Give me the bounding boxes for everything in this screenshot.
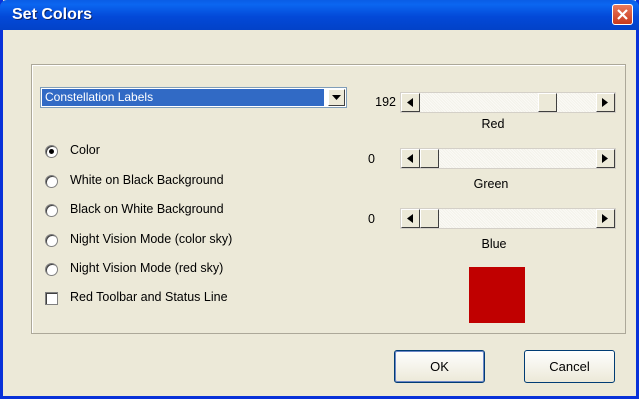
- green-slider-thumb[interactable]: [420, 149, 439, 168]
- arrow-right-icon: [602, 214, 608, 223]
- red-label: Red: [481, 117, 505, 131]
- close-icon: [617, 9, 628, 20]
- green-scroll-right-button[interactable]: [596, 149, 615, 168]
- radio-label: Night Vision Mode (red sky): [70, 261, 224, 275]
- radio-button[interactable]: [45, 234, 58, 247]
- cancel-button[interactable]: Cancel: [524, 350, 615, 383]
- arrow-left-icon: [407, 154, 413, 163]
- object-dropdown-value: Constellation Labels: [42, 89, 324, 106]
- title-bar[interactable]: Set Colors: [0, 0, 639, 30]
- red-value: 192: [375, 95, 396, 109]
- radio-button[interactable]: [45, 204, 58, 217]
- window-title: Set Colors: [12, 6, 93, 23]
- checkbox-label: Red Toolbar and Status Line: [70, 290, 228, 304]
- dropdown-button[interactable]: [328, 89, 345, 106]
- blue-slider[interactable]: [400, 208, 616, 229]
- red-slider[interactable]: [400, 92, 616, 113]
- blue-scroll-right-button[interactable]: [596, 209, 615, 228]
- radio-button[interactable]: [45, 175, 58, 188]
- radio-label: White on Black Background: [70, 173, 224, 187]
- arrow-left-icon: [407, 98, 413, 107]
- green-slider[interactable]: [400, 148, 616, 169]
- set-colors-dialog: Set Colors Constellation Labels Color Wh…: [0, 0, 639, 399]
- blue-label: Blue: [481, 237, 507, 251]
- radio-label: Color: [70, 143, 100, 157]
- ok-button[interactable]: OK: [394, 350, 485, 383]
- radio-button[interactable]: [45, 145, 58, 158]
- red-scroll-left-button[interactable]: [401, 93, 420, 112]
- arrow-left-icon: [407, 214, 413, 223]
- blue-scroll-left-button[interactable]: [401, 209, 420, 228]
- red-scroll-right-button[interactable]: [596, 93, 615, 112]
- radio-label: Night Vision Mode (color sky): [70, 232, 233, 246]
- arrow-right-icon: [602, 154, 608, 163]
- radio-button[interactable]: [45, 263, 58, 276]
- close-button[interactable]: [612, 4, 633, 25]
- color-preview-swatch: [469, 267, 525, 323]
- radio-label: Black on White Background: [70, 202, 224, 216]
- red-slider-thumb[interactable]: [538, 93, 557, 112]
- arrow-right-icon: [602, 98, 608, 107]
- green-scroll-left-button[interactable]: [401, 149, 420, 168]
- object-dropdown[interactable]: Constellation Labels: [40, 87, 347, 108]
- green-label: Green: [473, 177, 509, 191]
- blue-slider-thumb[interactable]: [420, 209, 439, 228]
- green-value: 0: [368, 152, 375, 166]
- checkbox-box[interactable]: [45, 292, 58, 305]
- chevron-down-icon: [332, 95, 341, 100]
- blue-value: 0: [368, 212, 375, 226]
